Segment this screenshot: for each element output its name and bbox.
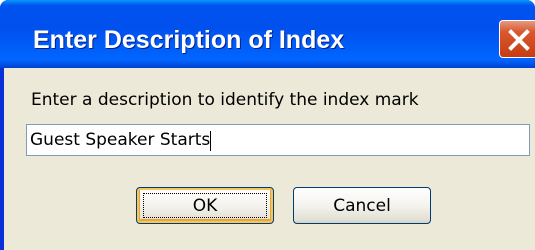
dialog-title: Enter Description of Index xyxy=(33,26,345,54)
close-button[interactable] xyxy=(499,20,535,58)
text-caret xyxy=(210,131,212,151)
ok-button-label: OK xyxy=(143,193,267,218)
cancel-button[interactable]: Cancel xyxy=(293,187,431,224)
close-icon xyxy=(508,29,530,51)
dialog-body: Enter a description to identify the inde… xyxy=(4,68,535,250)
title-bar[interactable]: Enter Description of Index xyxy=(0,0,535,68)
ok-button[interactable]: OK xyxy=(136,187,274,224)
dialog-window: Enter Description of Index Enter a descr… xyxy=(0,0,535,250)
prompt-label: Enter a description to identify the inde… xyxy=(31,90,419,110)
description-input[interactable] xyxy=(26,124,530,156)
